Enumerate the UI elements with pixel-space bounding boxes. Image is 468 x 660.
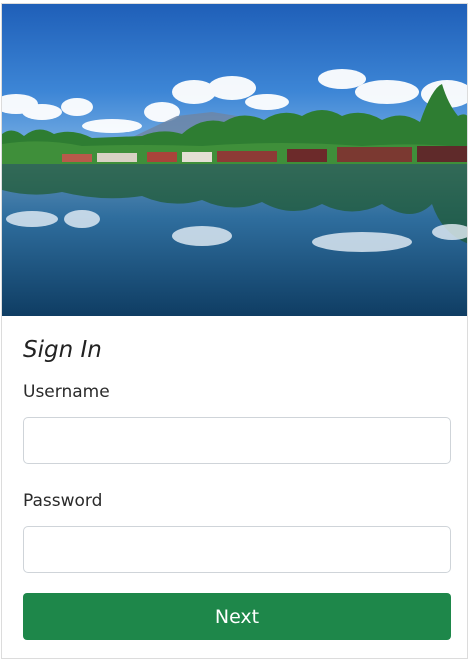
sign-in-title: Sign In xyxy=(23,337,102,363)
password-field[interactable] xyxy=(23,526,451,573)
sign-in-card: Sign In Username Password Next xyxy=(1,3,468,659)
next-button[interactable]: Next xyxy=(23,593,451,640)
password-label: Password xyxy=(23,491,103,511)
username-label: Username xyxy=(23,382,110,402)
hero-image xyxy=(2,4,467,316)
username-field[interactable] xyxy=(23,417,451,464)
